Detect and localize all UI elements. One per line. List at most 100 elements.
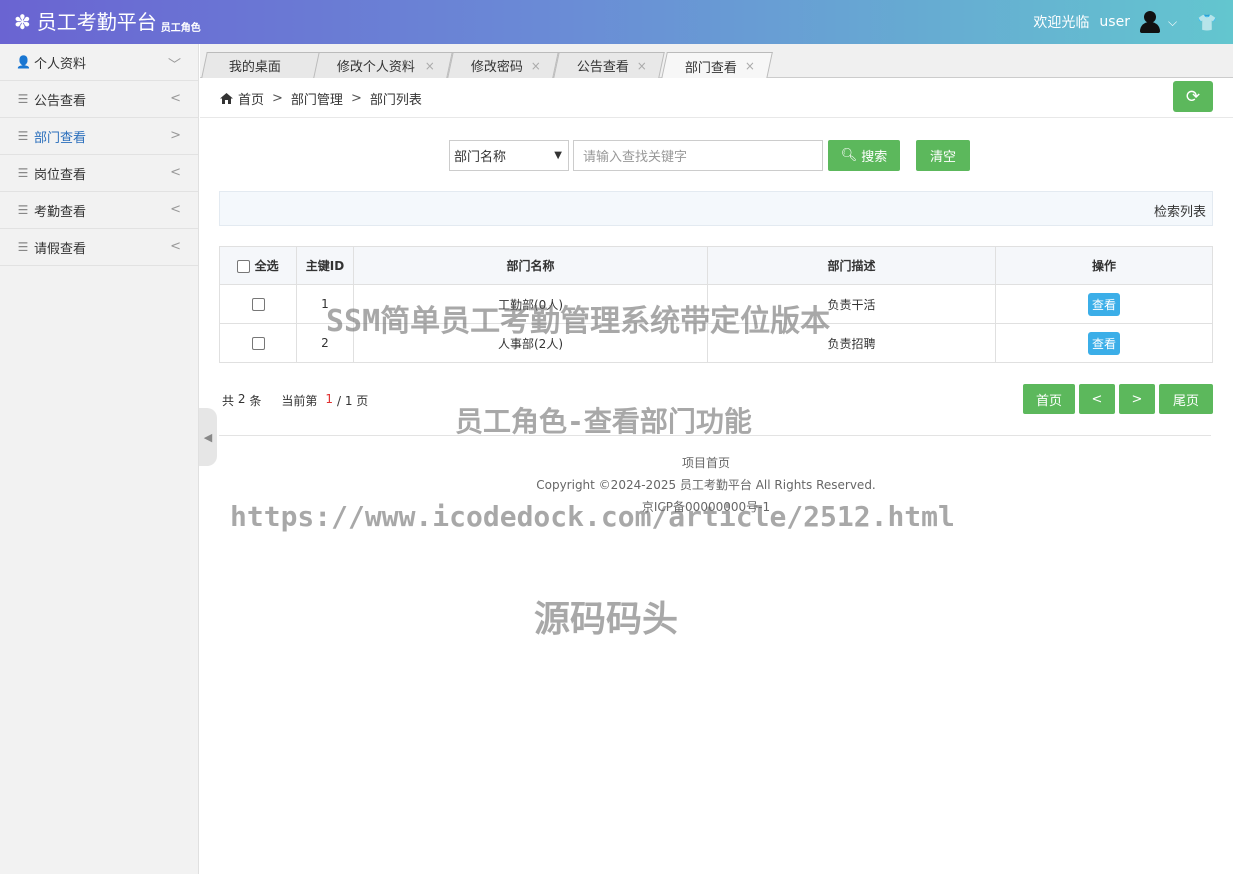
search-button-label: 搜索: [861, 149, 888, 165]
action-header: 操作: [995, 246, 1213, 285]
pager: 首页 < > 尾页: [1019, 384, 1213, 414]
current-page: 1: [325, 392, 333, 406]
footer-home-link[interactable]: 项目首页: [200, 452, 1212, 474]
select-all-label: 全选: [254, 259, 279, 273]
sidebar-item-label: 请假查看: [34, 241, 87, 257]
logo[interactable]: ✽ 员工考勤平台 员工角色: [14, 9, 201, 35]
tab-announcements[interactable]: 公告查看 ×: [553, 52, 665, 78]
tab-desktop[interactable]: 我的桌面: [201, 52, 323, 78]
row-select-cell: [219, 323, 297, 363]
search-bar: 部门名称 ▼ 请输入查找关键字 🔍︎ 搜索 清空: [449, 139, 970, 171]
chevron-down-icon: ﹀: [167, 58, 181, 73]
row-checkbox[interactable]: [251, 298, 265, 311]
tab-label: 部门查看: [684, 60, 737, 76]
pagination-info: 共 2 条 当前第 1 / 1 页: [222, 392, 368, 409]
total-suffix: 条: [249, 394, 262, 408]
sidebar-item-label: 部门查看: [34, 130, 87, 146]
list-icon: ☰: [17, 240, 29, 254]
chevron-down-icon[interactable]: ⌵: [1168, 15, 1177, 30]
watermark-brand: 源码码头: [534, 599, 679, 640]
chevron-right-icon: >: [170, 128, 181, 143]
sidebar-item-label: 岗位查看: [34, 167, 87, 183]
search-placeholder: 请输入查找关键字: [583, 149, 688, 165]
watermark-subtitle: 员工角色-查看部门功能: [455, 405, 752, 438]
clear-button-label: 清空: [929, 149, 956, 165]
prev-page-button[interactable]: <: [1079, 384, 1115, 414]
current-prefix: 当前第: [281, 394, 318, 408]
list-icon: ☰: [17, 203, 29, 217]
chevron-left-icon: <: [170, 239, 181, 254]
row-checkbox[interactable]: [251, 337, 265, 350]
chevron-left-icon: <: [170, 91, 181, 106]
theme-shirt-icon[interactable]: 👕: [1197, 13, 1217, 32]
sidebar-item-label: 个人资料: [34, 56, 87, 72]
flower-logo-icon: ✽: [14, 10, 31, 34]
sidebar-item-departments[interactable]: ☰ 部门查看 >: [0, 118, 198, 155]
row-action-cell: 查看: [995, 323, 1213, 363]
close-icon[interactable]: ×: [745, 59, 755, 73]
select-all-header[interactable]: 全选: [219, 246, 297, 285]
breadcrumb-department-management[interactable]: 部门管理: [291, 89, 343, 108]
sidebar-item-positions[interactable]: ☰ 岗位查看 <: [0, 155, 198, 192]
breadcrumb-separator: >: [350, 91, 362, 106]
tab-departments[interactable]: 部门查看 ×: [661, 52, 773, 79]
tab-label: 我的桌面: [228, 60, 281, 75]
search-icon: 🔍︎: [840, 147, 858, 163]
sidebar: 👤 个人资料 ﹀ ☰ 公告查看 < ☰ 部门查看 > ☰ 岗位查看 < ☰ 考勤…: [0, 44, 199, 874]
caret-left-icon: ◀: [203, 430, 213, 444]
user-menu: 欢迎光临 user ⌵ 👕: [1033, 10, 1217, 34]
close-icon[interactable]: ×: [531, 59, 541, 73]
tab-bar: 我的桌面 修改个人资料 × 修改密码 × 公告查看 × 部门查看 ×: [200, 44, 1233, 79]
name-header: 部门名称: [353, 246, 708, 285]
clear-button[interactable]: 清空: [916, 139, 970, 171]
total-prefix: 共: [222, 394, 235, 408]
user-icon: 👤: [16, 55, 31, 69]
list-icon: ☰: [17, 166, 29, 180]
row-action-cell: 查看: [995, 284, 1213, 324]
search-field-select[interactable]: 部门名称 ▼: [449, 139, 569, 171]
welcome-text: 欢迎光临: [1033, 15, 1090, 31]
last-page-button[interactable]: 尾页: [1159, 384, 1213, 414]
search-list-header: 检索列表: [219, 191, 1213, 226]
sidebar-item-attendance[interactable]: ☰ 考勤查看 <: [0, 192, 198, 229]
tab-label: 修改个人资料: [336, 60, 415, 75]
close-icon[interactable]: ×: [425, 59, 435, 73]
sidebar-item-announcements[interactable]: ☰ 公告查看 <: [0, 81, 198, 118]
row-select-cell: [219, 284, 297, 324]
breadcrumb-home[interactable]: 首页: [238, 89, 264, 108]
first-page-button[interactable]: 首页: [1023, 384, 1075, 414]
avatar-icon[interactable]: [1138, 10, 1162, 34]
refresh-icon: ⟳: [1185, 86, 1201, 107]
sidebar-item-leave[interactable]: ☰ 请假查看 <: [0, 229, 198, 266]
watermark-title: SSM简单员工考勤管理系统带定位版本: [326, 304, 831, 339]
search-field-value: 部门名称: [454, 149, 507, 165]
search-input[interactable]: 请输入查找关键字: [573, 139, 823, 171]
sidebar-item-profile[interactable]: 👤 个人资料 ﹀: [0, 44, 198, 81]
total-pages: / 1 页: [336, 394, 369, 408]
top-header: ✽ 员工考勤平台 员工角色 欢迎光临 user ⌵ 👕: [0, 0, 1233, 44]
description-header: 部门描述: [707, 246, 996, 285]
sidebar-item-label: 公告查看: [34, 93, 87, 109]
breadcrumb-department-list: 部门列表: [369, 93, 422, 108]
close-icon[interactable]: ×: [637, 59, 647, 73]
search-button[interactable]: 🔍︎ 搜索: [828, 139, 900, 171]
tab-edit-profile[interactable]: 修改个人资料 ×: [313, 52, 453, 78]
select-all-checkbox[interactable]: [237, 260, 251, 273]
dropdown-caret-icon: ▼: [554, 149, 562, 161]
list-icon: ☰: [17, 129, 29, 143]
next-page-button[interactable]: >: [1119, 384, 1155, 414]
chevron-left-icon: <: [170, 202, 181, 217]
username[interactable]: user: [1099, 14, 1130, 30]
search-list-title: 检索列表: [1153, 205, 1206, 220]
view-button[interactable]: 查看: [1088, 292, 1120, 316]
tab-label: 公告查看: [576, 60, 629, 75]
tab-change-password[interactable]: 修改密码 ×: [447, 52, 559, 78]
chevron-left-icon: <: [170, 165, 181, 180]
role-label: 员工角色: [160, 22, 201, 34]
id-header: 主键ID: [296, 246, 354, 285]
table-header-row: 全选 主键ID 部门名称 部门描述 操作: [219, 246, 1213, 285]
app-title: 员工考勤平台: [36, 10, 157, 34]
refresh-button[interactable]: ⟳: [1173, 81, 1213, 112]
view-button[interactable]: 查看: [1088, 331, 1120, 355]
footer-copyright: Copyright ©2024-2025 员工考勤平台 All Rights R…: [536, 478, 876, 492]
